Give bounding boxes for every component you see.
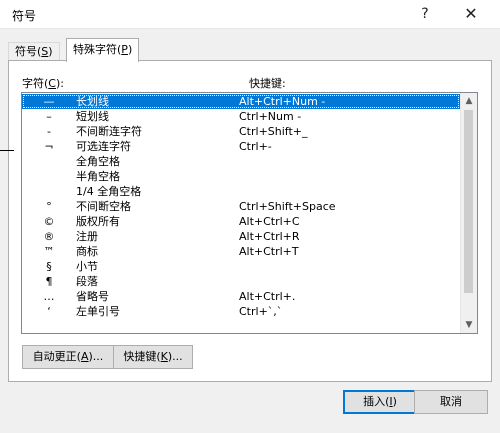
tab-symbols-suffix: ) <box>48 45 53 58</box>
row-shortcut: Alt+Ctrl+C <box>239 215 300 228</box>
row-shortcut: Alt+Ctrl+R <box>239 230 300 243</box>
row-name: 半角空格 <box>76 170 120 183</box>
row-name: 注册 <box>76 230 98 243</box>
list-item[interactable]: ™ 商标 Alt+Ctrl+T <box>22 244 460 259</box>
tab-special-label: 特殊字符( <box>73 43 122 56</box>
row-symbol: ¶ <box>45 275 53 288</box>
row-symbol: — <box>43 95 55 108</box>
list-item[interactable]: ° 不间断空格 Ctrl+Shift+Space <box>22 199 460 214</box>
scroll-thumb[interactable] <box>464 110 473 293</box>
cancel-button[interactable]: 取消 <box>414 390 488 414</box>
shortcut-column-header: 快捷键: <box>249 77 286 90</box>
row-symbol: § <box>46 260 52 273</box>
list-item[interactable]: - 不间断连字符 Ctrl+Shift+_ <box>22 124 460 139</box>
row-symbol: © <box>43 215 55 228</box>
autocorrect-accesskey: A <box>80 350 89 363</box>
row-name: 可选连字符 <box>76 140 131 153</box>
title-bar: 符号 ? ✕ <box>0 0 500 29</box>
row-name: 左单引号 <box>76 305 120 318</box>
row-shortcut: Alt+Ctrl+. <box>239 290 296 303</box>
dialog-title: 符号 <box>12 9 37 23</box>
help-button[interactable]: ? <box>412 4 438 24</box>
scroll-up-icon[interactable]: ▲ <box>461 93 477 109</box>
shortcut-key-suffix: )... <box>167 350 183 363</box>
autocorrect-button[interactable]: 自动更正(A)... <box>22 345 114 369</box>
autocorrect-label: 自动更正( <box>32 350 81 363</box>
special-characters-page: 字符(C): 快捷键: — 长划线 Alt+Ctrl+Num - – 短划线 Ctrl+N… <box>8 60 492 382</box>
tab-special-accesskey: P <box>121 43 128 56</box>
vertical-scrollbar[interactable]: ▲ ▼ <box>460 93 477 333</box>
character-column-header: 字符(C): <box>22 75 64 91</box>
list-item[interactable]: 1/4 全角空格 <box>22 184 460 199</box>
row-shortcut: Alt+Ctrl+T <box>239 245 299 258</box>
list-item[interactable]: © 版权所有 Alt+Ctrl+C <box>22 214 460 229</box>
list-item[interactable]: ® 注册 Alt+Ctrl+R <box>22 229 460 244</box>
list-item[interactable]: § 小节 <box>22 259 460 274</box>
list-item[interactable]: – 短划线 Ctrl+Num - <box>22 109 460 124</box>
row-name: 全角空格 <box>76 155 120 168</box>
close-button[interactable]: ✕ <box>458 4 484 24</box>
row-symbol: … <box>43 290 55 303</box>
row-name: 不间断连字符 <box>76 125 142 138</box>
insert-label: 插入( <box>363 395 390 408</box>
insert-button[interactable]: 插入(I) <box>343 390 417 414</box>
tab-special-characters[interactable]: 特殊字符(P) <box>66 38 140 62</box>
row-symbol: – <box>46 110 52 123</box>
list-item[interactable]: ¬ 可选连字符 Ctrl+- <box>22 139 460 154</box>
autocorrect-suffix: )... <box>88 350 104 363</box>
shortcut-key-accesskey: K <box>160 350 168 363</box>
row-shortcut: Ctrl+Shift+_ <box>239 125 308 138</box>
row-name: 省略号 <box>76 290 109 303</box>
symbol-dialog: 符号 ? ✕ 符号(S) 特殊字符(P) 字符(C): 快捷键: — 长划线 Alt… <box>0 0 500 433</box>
row-name: 长划线 <box>76 95 109 108</box>
row-shortcut: Ctrl+- <box>239 140 272 153</box>
tab-special-suffix: ) <box>127 43 133 56</box>
list-item[interactable]: — 长划线 Alt+Ctrl+Num - <box>22 94 460 109</box>
special-character-list[interactable]: — 长划线 Alt+Ctrl+Num - – 短划线 Ctrl+Num - - 不间断连字符 C… <box>21 92 478 334</box>
row-symbol: ° <box>46 200 52 213</box>
row-shortcut: Alt+Ctrl+Num - <box>239 95 326 108</box>
char-header-label: 字符( <box>22 77 49 90</box>
shortcut-key-label: 快捷键( <box>123 350 161 363</box>
list-rows: — 长划线 Alt+Ctrl+Num - – 短划线 Ctrl+Num - - 不间断连字符 C… <box>22 94 460 319</box>
row-symbol: ® <box>43 230 55 243</box>
row-name: 段落 <box>76 275 98 288</box>
row-shortcut: Ctrl+Shift+Space <box>239 200 336 213</box>
list-item[interactable]: 半角空格 <box>22 169 460 184</box>
row-symbol: - <box>47 125 51 138</box>
row-name: 1/4 全角空格 <box>76 185 142 198</box>
row-name: 商标 <box>76 245 98 258</box>
row-symbol: ¬ <box>44 140 54 153</box>
insert-suffix: ) <box>392 395 397 408</box>
row-name: 小节 <box>76 260 98 273</box>
char-header-suffix: ): <box>55 77 64 90</box>
row-name: 版权所有 <box>76 215 120 228</box>
scroll-down-icon[interactable]: ▼ <box>461 317 477 333</box>
tab-symbols[interactable]: 符号(S) <box>8 42 60 61</box>
list-item[interactable]: 全角空格 <box>22 154 460 169</box>
row-shortcut: Ctrl+Num - <box>239 110 302 123</box>
shortcut-key-button[interactable]: 快捷键(K)... <box>113 345 193 369</box>
row-symbol: ‘ <box>47 305 51 318</box>
list-item[interactable]: … 省略号 Alt+Ctrl+. <box>22 289 460 304</box>
background-document-line <box>0 150 14 151</box>
row-symbol: ™ <box>43 245 55 258</box>
list-item[interactable]: ‘ 左单引号 Ctrl+`,` <box>22 304 460 319</box>
row-name: 不间断空格 <box>76 200 131 213</box>
row-shortcut: Ctrl+`,` <box>239 305 283 318</box>
tab-symbols-label: 符号( <box>15 45 42 58</box>
row-name: 短划线 <box>76 110 109 123</box>
list-item[interactable]: ¶ 段落 <box>22 274 460 289</box>
char-header-accesskey: C <box>48 77 56 90</box>
